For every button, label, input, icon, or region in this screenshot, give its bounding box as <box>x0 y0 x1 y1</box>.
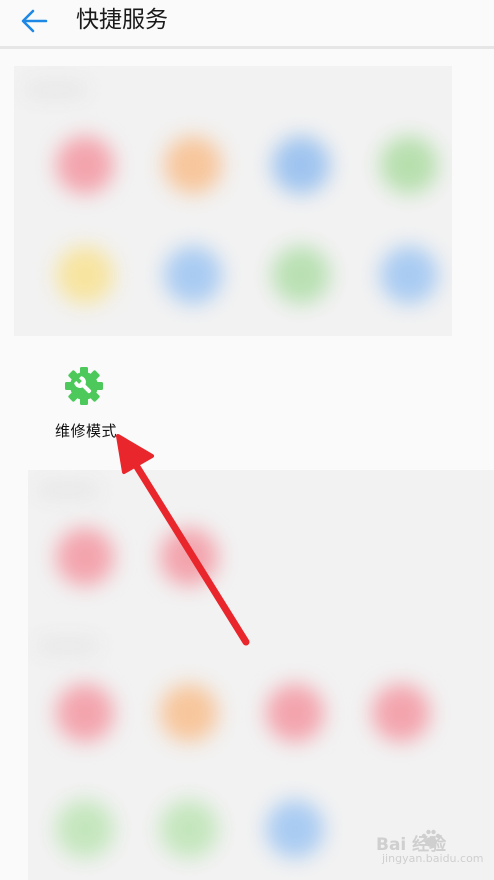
page-title: 快捷服务 <box>76 7 168 33</box>
blurred-service-grid-top <box>14 66 452 336</box>
gear-wrench-icon <box>65 367 103 405</box>
app-header: 快捷服务 <box>0 0 494 49</box>
baidu-watermark: Bai 经验 jingyan.baidu.com <box>376 824 488 868</box>
service-item-maintenance-mode[interactable]: 维修模式 <box>44 358 128 448</box>
watermark-sub: jingyan.baidu.com <box>382 852 484 865</box>
blurred-service-grid-bottom <box>28 470 494 880</box>
service-label: 维修模式 <box>54 422 117 440</box>
arrow-left-icon <box>21 9 48 33</box>
back-button[interactable] <box>18 6 52 36</box>
